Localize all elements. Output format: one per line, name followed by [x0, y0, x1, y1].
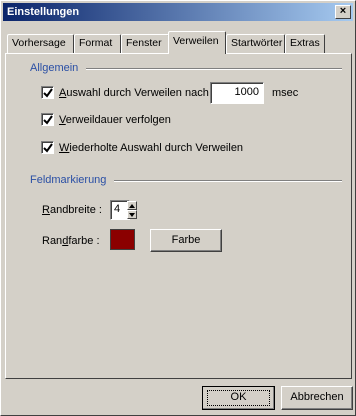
checkmark-icon — [43, 115, 53, 125]
tab-startwoerter[interactable]: Startwörter — [226, 34, 285, 53]
window-title: Einstellungen — [7, 6, 80, 18]
dwell-select-label: Auswahl durch Verweilen nach — [59, 87, 209, 99]
tab-label: Verweilen — [173, 35, 219, 47]
group-heading-allgemein: Allgemein — [30, 62, 79, 74]
arrow-down-icon — [129, 213, 135, 217]
cancel-label: Abbrechen — [290, 391, 344, 403]
tab-label: Fenster — [126, 37, 162, 49]
dwell-unit-label: msec — [272, 87, 299, 99]
arrow-up-icon — [129, 204, 135, 208]
dwell-time-value: 1000 — [234, 86, 259, 98]
border-color-label: Randfarbe : — [42, 235, 100, 247]
border-width-value: 4 — [114, 203, 121, 215]
tab-label: Format — [79, 37, 113, 49]
border-width-label: Randbreite : — [42, 204, 102, 216]
group-divider — [114, 180, 342, 182]
tab-panel-verweilen: Allgemein Auswahl durch Verweilen nach 1… — [5, 53, 352, 379]
focus-rect — [207, 390, 270, 406]
group-heading-feldmarkierung: Feldmarkierung — [30, 174, 107, 186]
checkmark-icon — [43, 88, 53, 98]
dwell-time-input[interactable]: 1000 — [210, 82, 264, 104]
color-button-label: Farbe — [171, 234, 201, 246]
settings-dialog: Einstellungen × Vorhersage Format Fenste… — [0, 0, 356, 416]
border-color-swatch — [110, 229, 135, 250]
spin-up-button[interactable] — [127, 201, 137, 210]
checkmark-icon — [43, 143, 53, 153]
title-bar: Einstellungen × — [3, 3, 353, 21]
track-dwell-label: Verweildauer verfolgen — [59, 114, 171, 126]
tab-format[interactable]: Format — [74, 34, 121, 53]
close-button[interactable]: × — [335, 5, 351, 19]
repeat-select-checkbox[interactable] — [41, 141, 54, 154]
tab-label: Startwörter — [231, 37, 283, 49]
close-icon: × — [339, 5, 347, 17]
tab-extras[interactable]: Extras — [285, 34, 325, 53]
color-picker-button[interactable]: Farbe — [150, 229, 222, 252]
tab-label: Extras — [290, 37, 320, 49]
tab-vorhersage[interactable]: Vorhersage — [7, 34, 74, 53]
tab-fenster[interactable]: Fenster — [121, 34, 169, 53]
spin-down-button[interactable] — [127, 210, 137, 219]
track-dwell-checkbox[interactable] — [41, 113, 54, 126]
dwell-select-checkbox[interactable] — [41, 86, 54, 99]
tab-label: Vorhersage — [12, 37, 66, 49]
group-divider — [86, 68, 342, 70]
cancel-button[interactable]: Abbrechen — [281, 386, 353, 410]
repeat-select-label: Wiederholte Auswahl durch Verweilen — [59, 142, 244, 154]
tab-verweilen[interactable]: Verweilen — [168, 31, 226, 54]
ok-button[interactable]: OK — [202, 386, 275, 410]
